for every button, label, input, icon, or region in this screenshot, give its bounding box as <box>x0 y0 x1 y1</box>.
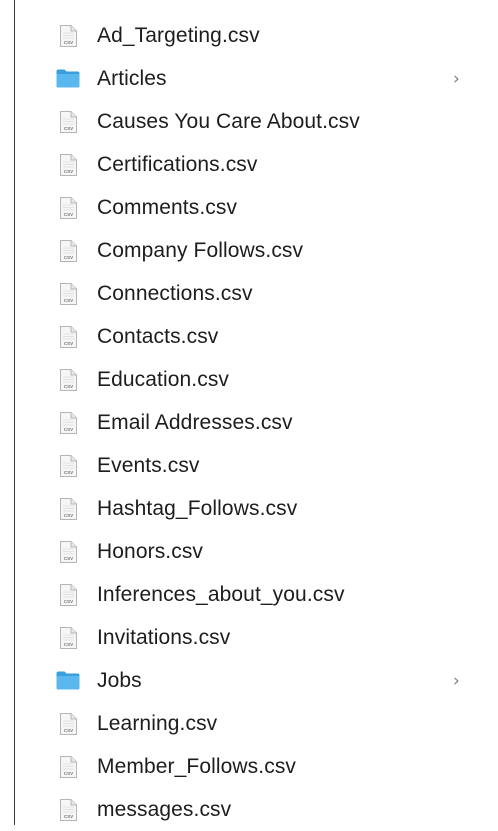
csv-badge-text: CSV <box>64 642 73 647</box>
csv-badge-text: CSV <box>64 470 73 475</box>
file-row[interactable]: CSV Company Follows.csv <box>15 229 498 272</box>
csv-file-icon: CSV <box>56 583 80 606</box>
file-name: Ad_Targeting.csv <box>97 23 260 47</box>
file-row[interactable]: CSV Education.csv <box>15 358 498 401</box>
csv-file-icon: CSV <box>56 239 80 262</box>
file-row[interactable]: CSV Contacts.csv <box>15 315 498 358</box>
csv-file-icon: CSV <box>56 798 80 821</box>
folder-icon <box>56 670 80 692</box>
file-name: Honors.csv <box>97 539 204 563</box>
file-name: Connections.csv <box>97 281 253 305</box>
file-row[interactable]: CSV Honors.csv <box>15 530 498 573</box>
csv-file-icon: CSV <box>56 712 80 735</box>
file-row[interactable]: CSV Inferences_about_you.csv <box>15 573 498 616</box>
file-name: Certifications.csv <box>97 152 258 176</box>
file-name: Invitations.csv <box>97 625 231 649</box>
file-list: CSV Ad_Targeting.csv Articles › CSV Causes Yo… <box>15 14 498 831</box>
file-name: Causes You Care About.csv <box>97 109 360 133</box>
csv-file-icon: CSV <box>56 325 80 348</box>
csv-badge-text: CSV <box>64 427 73 432</box>
csv-file-icon: CSV <box>56 368 80 391</box>
file-row[interactable]: CSV Comments.csv <box>15 186 498 229</box>
file-name: Member_Follows.csv <box>97 754 297 778</box>
csv-file-icon: CSV <box>56 454 80 477</box>
file-name: Learning.csv <box>97 711 218 735</box>
file-row[interactable]: CSV Ad_Targeting.csv <box>15 14 498 57</box>
file-row[interactable]: CSV Events.csv <box>15 444 498 487</box>
csv-badge-text: CSV <box>64 40 73 45</box>
file-name: Email Addresses.csv <box>97 410 293 434</box>
file-row[interactable]: CSV Learning.csv <box>15 702 498 745</box>
csv-badge-text: CSV <box>64 341 73 346</box>
csv-badge-text: CSV <box>64 728 73 733</box>
csv-badge-text: CSV <box>64 556 73 561</box>
csv-badge-text: CSV <box>64 814 73 819</box>
csv-file-icon: CSV <box>56 497 80 520</box>
file-row[interactable]: CSV Connections.csv <box>15 272 498 315</box>
file-row[interactable]: CSV Hashtag_Follows.csv <box>15 487 498 530</box>
csv-file-icon: CSV <box>56 626 80 649</box>
chevron-right-icon[interactable]: › <box>453 671 460 691</box>
csv-file-icon: CSV <box>56 24 80 47</box>
csv-file-icon: CSV <box>56 153 80 176</box>
folder-row[interactable]: Articles › <box>15 57 498 100</box>
file-row[interactable]: CSV Certifications.csv <box>15 143 498 186</box>
file-name: Hashtag_Follows.csv <box>97 496 298 520</box>
csv-badge-text: CSV <box>64 212 73 217</box>
file-name: Education.csv <box>97 367 230 391</box>
folder-row[interactable]: Jobs › <box>15 659 498 702</box>
csv-file-icon: CSV <box>56 196 80 219</box>
csv-badge-text: CSV <box>64 298 73 303</box>
file-name: Jobs <box>97 668 142 692</box>
csv-badge-text: CSV <box>64 255 73 260</box>
csv-file-icon: CSV <box>56 282 80 305</box>
file-name: Articles <box>97 66 167 90</box>
csv-file-icon: CSV <box>56 110 80 133</box>
csv-badge-text: CSV <box>64 169 73 174</box>
csv-file-icon: CSV <box>56 755 80 778</box>
file-name: Comments.csv <box>97 195 238 219</box>
csv-badge-text: CSV <box>64 771 73 776</box>
csv-file-icon: CSV <box>56 540 80 563</box>
csv-badge-text: CSV <box>64 384 73 389</box>
folder-icon <box>56 68 80 90</box>
csv-badge-text: CSV <box>64 513 73 518</box>
csv-badge-text: CSV <box>64 599 73 604</box>
file-name: Inferences_about_you.csv <box>97 582 345 606</box>
csv-file-icon: CSV <box>56 411 80 434</box>
file-row[interactable]: CSV Email Addresses.csv <box>15 401 498 444</box>
file-name: Events.csv <box>97 453 200 477</box>
file-row[interactable]: CSV Invitations.csv <box>15 616 498 659</box>
file-name: Company Follows.csv <box>97 238 304 262</box>
file-name: messages.csv <box>97 797 232 821</box>
chevron-right-icon[interactable]: › <box>453 69 460 89</box>
csv-badge-text: CSV <box>64 126 73 131</box>
file-row[interactable]: CSV Member_Follows.csv <box>15 745 498 788</box>
file-row[interactable]: CSV Causes You Care About.csv <box>15 100 498 143</box>
file-name: Contacts.csv <box>97 324 219 348</box>
